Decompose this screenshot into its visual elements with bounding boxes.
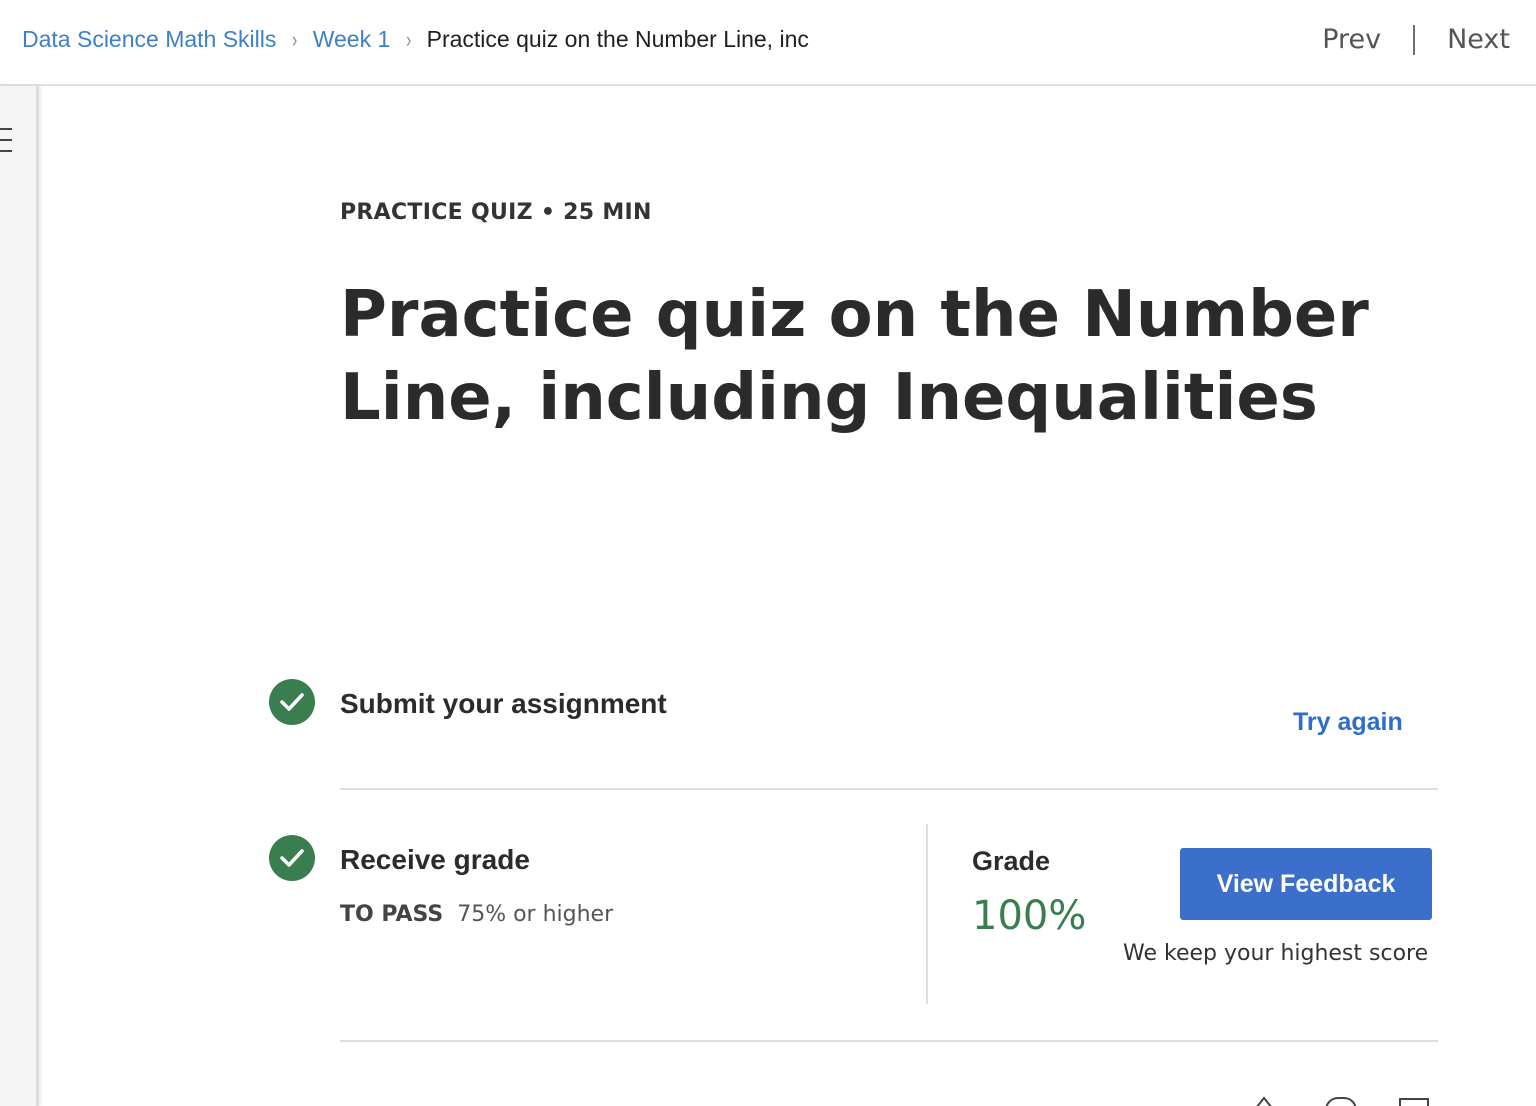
highest-score-note: We keep your highest score bbox=[1123, 941, 1429, 966]
breadcrumb-current: Practice quiz on the Number Line, inc bbox=[426, 26, 809, 52]
quiz-kicker: PRACTICE QUIZ • 25 MIN bbox=[340, 200, 652, 225]
menu-icon[interactable] bbox=[0, 126, 14, 154]
divider bbox=[340, 788, 1438, 790]
grade-step-title: Receive grade bbox=[340, 844, 530, 875]
chevron-right-icon: › bbox=[292, 26, 298, 52]
to-pass-label: TO PASS bbox=[340, 902, 444, 927]
nav-divider bbox=[1413, 24, 1416, 55]
submit-step-title: Submit your assignment bbox=[340, 688, 667, 719]
divider bbox=[340, 1040, 1438, 1042]
try-again-link[interactable]: Try again bbox=[1293, 708, 1403, 737]
breadcrumb-course-link[interactable]: Data Science Math Skills bbox=[22, 26, 276, 53]
grade-value: 100% bbox=[972, 893, 1087, 939]
view-feedback-button[interactable]: View Feedback bbox=[1180, 848, 1432, 920]
top-bar: Data Science Math Skills › Week 1 › Prac… bbox=[0, 0, 1536, 86]
like-icon[interactable] bbox=[1256, 1096, 1272, 1106]
breadcrumb-week-link[interactable]: Week 1 bbox=[313, 26, 391, 53]
dislike-icon[interactable] bbox=[1325, 1097, 1357, 1106]
pass-requirement: TO PASS 75% or higher bbox=[340, 902, 613, 927]
vertical-divider bbox=[926, 824, 928, 1004]
check-circle-icon bbox=[269, 835, 315, 881]
to-pass-value: 75% or higher bbox=[457, 902, 614, 927]
check-circle-icon bbox=[269, 679, 315, 725]
page-title: Practice quiz on the Number Line, includ… bbox=[340, 278, 1369, 435]
flag-icon[interactable] bbox=[1399, 1098, 1429, 1106]
feedback-icons bbox=[1250, 1094, 1440, 1106]
next-button[interactable]: Next bbox=[1447, 24, 1510, 55]
grade-label: Grade bbox=[972, 846, 1051, 876]
prev-button[interactable]: Prev bbox=[1322, 24, 1381, 55]
collapsed-sidebar bbox=[0, 86, 39, 1106]
breadcrumb: Data Science Math Skills › Week 1 › Prac… bbox=[22, 26, 829, 53]
chevron-right-icon: › bbox=[406, 26, 412, 52]
item-navigation: Prev Next bbox=[1322, 24, 1510, 55]
